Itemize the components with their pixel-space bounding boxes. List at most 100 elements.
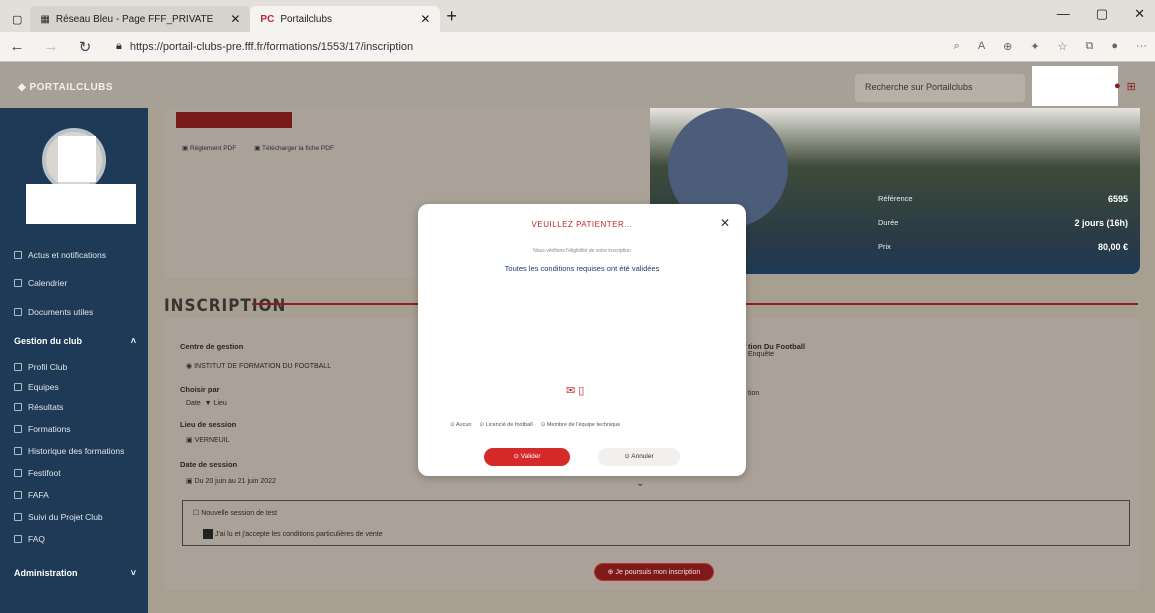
app-header: ◆ PORTAILCLUBS Recherche sur Portailclub… xyxy=(0,62,1155,108)
sidebar-section-gestion[interactable]: Gestion du club ˄ xyxy=(14,336,136,346)
centre-label: Centre de gestion xyxy=(180,342,244,351)
favorites-icon[interactable]: ☆ xyxy=(1058,40,1068,53)
search-icon[interactable]: ⌕ xyxy=(954,40,960,53)
browser-tabstrip: ▢ ▦ Réseau Bleu - Page FFF_PRIVATE ✕ PC … xyxy=(0,0,1155,32)
tab-favicon-icon: ▦ xyxy=(40,13,50,25)
more-icon[interactable]: ··· xyxy=(1136,40,1147,53)
choose-toggle[interactable]: Date ▼ Lieu xyxy=(186,400,227,407)
apps-grid-icon[interactable]: ⊞ xyxy=(1127,80,1136,93)
place-label: Lieu de session xyxy=(180,420,237,429)
radio-option[interactable]: ⊙ Licencié de football xyxy=(479,422,532,428)
close-icon[interactable]: ✕ xyxy=(720,216,730,230)
chevron-down-icon: ˅ xyxy=(130,568,136,578)
sidebar-item-faq[interactable]: FAQ xyxy=(14,534,45,544)
back-icon[interactable]: ← xyxy=(0,38,34,55)
sidebar-item-historique[interactable]: Historique des formations xyxy=(14,446,124,456)
team-icon xyxy=(14,383,22,391)
formation-title-badge xyxy=(176,112,292,128)
notifications-icon[interactable]: ● xyxy=(1114,80,1121,93)
right-info-2: tion xyxy=(748,390,760,397)
formations-icon xyxy=(14,425,22,433)
choose-label: Choisir par xyxy=(180,385,220,394)
sidebar-item-actus[interactable]: Actus et notifications xyxy=(14,250,106,260)
stat-reference: Référence 6595 xyxy=(878,194,1128,204)
modal-subtitle: Nous vérifions l'éligibilité de votre in… xyxy=(533,248,631,254)
festifoot-icon xyxy=(14,469,22,477)
read-aloud-icon[interactable]: A xyxy=(978,40,985,53)
header-icons: ● ⊞ xyxy=(1114,80,1136,93)
sidebar-item-fafa[interactable]: FAFA xyxy=(14,490,49,500)
checkbox-checked-icon xyxy=(203,529,213,539)
window-menu-icon[interactable]: ▢ xyxy=(12,13,22,26)
new-tab-button[interactable]: + xyxy=(446,6,457,27)
modal-message: Toutes les conditions requises ont été v… xyxy=(504,264,660,273)
pdf-links: ▣ Règlement PDF ▣ Télécharger la fiche P… xyxy=(182,144,334,152)
date-label: Date de session xyxy=(180,460,238,469)
sidebar-item-documents[interactable]: Documents utiles xyxy=(14,307,93,317)
radio-option[interactable]: ⊙ Membre de l'équipe technique xyxy=(541,422,621,428)
modal-title: VEUILLEZ PATIENTER... xyxy=(531,220,633,229)
portailclubs-logo[interactable]: ◆ PORTAILCLUBS xyxy=(18,82,113,93)
sidebar-item-calendrier[interactable]: Calendrier xyxy=(14,278,67,288)
mail-icon: ✉ ▯ xyxy=(566,385,585,397)
news-icon xyxy=(14,251,22,259)
sidebar-item-projet-club[interactable]: Suivi du Projet Club xyxy=(14,512,103,522)
extensions-icon[interactable]: ✦ xyxy=(1030,40,1039,53)
radio-option[interactable]: ⊙ Aucun xyxy=(450,422,471,428)
sidebar: Actus et notifications Calendrier Docume… xyxy=(0,108,148,613)
eligibility-modal: VEUILLEZ PATIENTER... ✕ Nous vérifions l… xyxy=(418,204,746,476)
results-icon xyxy=(14,403,22,411)
continue-inscription-button[interactable]: ⊕ Je poursuis mon inscription xyxy=(594,563,714,581)
accept-conditions-checkbox[interactable]: J'ai lu et j'accepte les conditions part… xyxy=(203,529,383,539)
close-tab-icon[interactable]: ✕ xyxy=(420,12,430,26)
profile-icon[interactable]: ● xyxy=(1111,40,1118,53)
minimize-icon[interactable]: — xyxy=(1057,6,1070,22)
conditions-box: ☐ Nouvelle session de test J'ai lu et j'… xyxy=(182,500,1130,546)
maximize-icon[interactable]: ▢ xyxy=(1096,6,1108,22)
sidebar-item-resultats[interactable]: Résultats xyxy=(14,402,63,412)
tab-label: Portailclubs xyxy=(280,13,333,25)
documents-icon xyxy=(14,308,22,316)
address-bar-row: ← → ↻ 🔒︎ https://portail-clubs-pre.fff.f… xyxy=(0,32,1155,62)
url-field[interactable]: 🔒︎ https://portail-clubs-pre.fff.fr/form… xyxy=(116,40,413,53)
sidebar-item-equipes[interactable]: Equipes xyxy=(14,382,59,392)
date-select[interactable]: ▣ Du 20 juin au 21 juin 2022 xyxy=(186,477,276,485)
browser-tab-portailclubs[interactable]: PC Portailclubs ✕ xyxy=(250,6,441,32)
avatar-redacted xyxy=(58,136,96,182)
profile-icon xyxy=(14,363,22,371)
sidebar-item-formations[interactable]: Formations xyxy=(14,424,71,434)
validate-button[interactable]: ⊙ Valider xyxy=(484,448,570,466)
forward-icon[interactable]: → xyxy=(34,38,68,55)
close-tab-icon[interactable]: ✕ xyxy=(230,12,240,26)
close-window-icon[interactable]: ✕ xyxy=(1134,6,1145,22)
browser-toolbar: ⌕ A ⊕ ✦ ☆ ⧉ ● ··· xyxy=(954,40,1147,53)
fafa-icon xyxy=(14,491,22,499)
sidebar-item-profil-club[interactable]: Profil Club xyxy=(14,362,67,372)
session-note: ☐ Nouvelle session de test xyxy=(193,510,278,517)
cancel-button[interactable]: ⊙ Annuler xyxy=(598,448,680,466)
reglement-pdf-link[interactable]: ▣ Règlement PDF xyxy=(182,144,236,152)
right-info: tion Du Football Enquête xyxy=(748,342,806,358)
tab-label: Réseau Bleu - Page FFF_PRIVATE xyxy=(55,13,214,25)
project-icon xyxy=(14,513,22,521)
modal-radio-group: ⊙ Aucun ⊙ Licencié de football ⊙ Membre … xyxy=(450,422,620,428)
place-select[interactable]: ▣ VERNEUIL xyxy=(186,436,230,444)
calendar-icon xyxy=(14,279,22,287)
browser-tab-reseau-bleu[interactable]: ▦ Réseau Bleu - Page FFF_PRIVATE ✕ xyxy=(30,6,251,32)
chevron-up-icon: ˄ xyxy=(130,336,136,346)
faq-icon xyxy=(14,535,22,543)
user-name-redacted xyxy=(26,184,136,224)
centre-radio[interactable]: ◉ INSTITUT DE FORMATION DU FOOTBALL xyxy=(186,362,331,370)
collections-icon[interactable]: ⧉ xyxy=(1085,40,1093,53)
user-info-redacted xyxy=(1032,66,1118,106)
sidebar-item-festifoot[interactable]: Festifoot xyxy=(14,468,61,478)
refresh-icon[interactable]: ↻ xyxy=(68,38,102,56)
search-input[interactable]: Recherche sur Portailclubs xyxy=(855,74,1025,102)
zoom-icon[interactable]: ⊕ xyxy=(1003,40,1012,53)
history-icon xyxy=(14,447,22,455)
chevron-down-icon[interactable]: ⌄ xyxy=(636,478,644,489)
download-pdf-link[interactable]: ▣ Télécharger la fiche PDF xyxy=(254,144,334,152)
sidebar-section-administration[interactable]: Administration ˅ xyxy=(14,568,136,578)
lock-icon: 🔒︎ xyxy=(116,40,122,52)
inscription-heading: INSCRIPTION xyxy=(164,296,287,316)
